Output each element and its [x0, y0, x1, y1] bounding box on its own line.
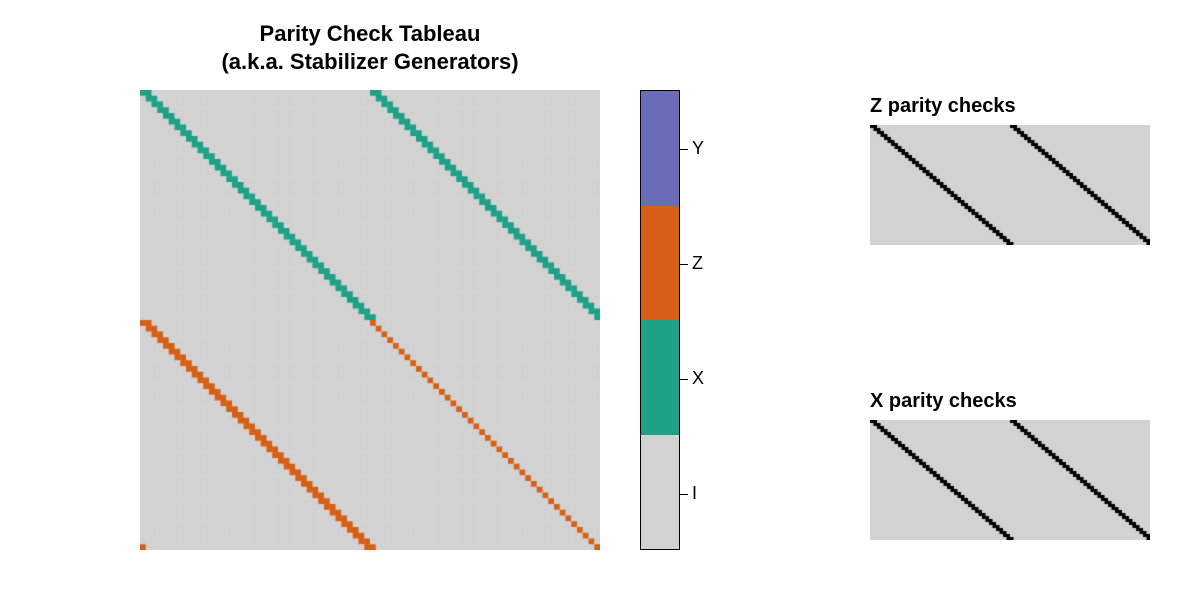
z-checks-title: Z parity checks	[870, 95, 1016, 118]
colorbar-swatch-I	[641, 435, 679, 550]
colorbar: Y Z X I	[640, 90, 680, 550]
colorbar-swatch-X	[641, 320, 679, 435]
colorbar-swatch-Y	[641, 91, 679, 206]
title-line-1: Parity Check Tableau	[260, 21, 481, 46]
colorbar-label-Z: Z	[692, 253, 703, 274]
title-line-2: (a.k.a. Stabilizer Generators)	[221, 49, 518, 74]
colorbar-label-X: X	[692, 368, 704, 389]
z-parity-checks-heatmap	[870, 125, 1150, 245]
colorbar-label-I: I	[692, 483, 697, 504]
colorbar-swatch-Z	[641, 206, 679, 321]
colorbar-label-Y: Y	[692, 138, 704, 159]
parity-check-tableau-heatmap	[140, 90, 600, 550]
x-parity-checks-heatmap	[870, 420, 1150, 540]
colorbar-swatch-stack	[640, 90, 680, 550]
main-chart-title: Parity Check Tableau (a.k.a. Stabilizer …	[140, 20, 600, 75]
x-checks-title: X parity checks	[870, 390, 1017, 413]
